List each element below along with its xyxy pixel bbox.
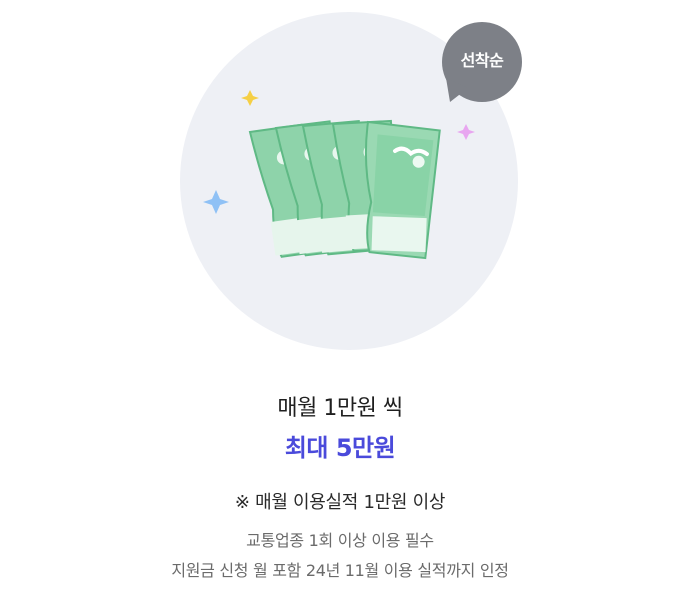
monthly-amount-text: 매월 1만원 씩 — [277, 396, 403, 421]
sparkle-icon — [203, 190, 229, 214]
condition-title: ※ 매월 이용실적 1만원 이상 — [234, 492, 446, 513]
condition-line: 교통업종 1회 이상 이용 필수 — [246, 531, 434, 550]
first-come-badge: 선착순 — [460, 51, 504, 70]
money-bills-illustration — [203, 22, 522, 260]
sparkle-icon — [457, 124, 475, 140]
condition-line: 지원금 신청 월 포함 24년 11월 이용 실적까지 인정 — [171, 561, 509, 580]
max-amount-text: 최대 5만원 — [284, 434, 396, 462]
money-bill-icon — [364, 120, 441, 260]
sparkle-icon — [241, 90, 259, 106]
